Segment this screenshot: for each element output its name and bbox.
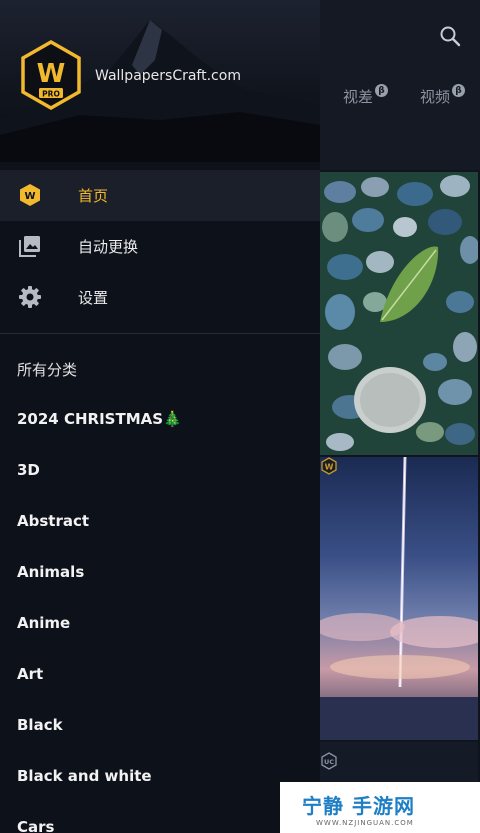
category-item[interactable]: 3D [17, 461, 40, 479]
watermark-subtitle: WWW.NZJINGUAN.COM [316, 819, 414, 827]
wallpaper-thumbnail-anime-sky[interactable]: W [320, 457, 478, 740]
site-watermark: 宁静 手游网 WWW.NZJINGUAN.COM [280, 782, 480, 833]
beta-badge: β [452, 84, 466, 97]
tab-parallax-label: 视差 [343, 88, 374, 106]
svg-text:PRO: PRO [42, 90, 60, 99]
svg-text:W: W [24, 191, 35, 202]
nav-item-settings[interactable]: 设置 [0, 272, 320, 323]
category-item[interactable]: Cars [17, 818, 54, 833]
pebbles-image [320, 172, 478, 455]
category-item[interactable]: Art [17, 665, 43, 683]
app-name: WallpapersCraft.com [95, 68, 241, 84]
anime-sky-image [320, 457, 478, 740]
svg-text:W: W [325, 463, 334, 472]
wallpapers-craft-icon: W [18, 183, 42, 207]
search-button[interactable] [436, 22, 464, 50]
svg-text:UC: UC [324, 758, 334, 766]
nav-settings-label: 设置 [78, 289, 109, 307]
search-icon [440, 26, 461, 47]
watermark-title: 宁静 手游网 [302, 794, 415, 818]
nav-auto-change-label: 自动更换 [78, 238, 139, 256]
category-item[interactable]: Anime [17, 614, 70, 632]
wallpapers-craft-badge-icon: W [321, 457, 337, 475]
category-item[interactable]: Abstract [17, 512, 89, 530]
nav-item-auto-change[interactable]: 自动更换 [0, 221, 320, 272]
category-item[interactable]: Black [17, 716, 63, 734]
category-item[interactable]: 2024 CHRISTMAS🎄 [17, 410, 182, 428]
wallpaper-thumbnail-pebbles[interactable] [320, 172, 478, 455]
gear-icon [18, 285, 42, 309]
uc-badge-icon: UC [321, 752, 337, 770]
navigation-drawer: W PRO WallpapersCraft.com W 首页 自动更换 设置 所… [0, 0, 320, 833]
category-item[interactable]: Black and white [17, 767, 152, 785]
divider [0, 333, 320, 334]
categories-header[interactable]: 所有分类 [17, 359, 77, 380]
svg-text:W: W [37, 59, 66, 89]
nav-home-label: 首页 [78, 187, 109, 205]
nav-item-home[interactable]: W 首页 [0, 170, 320, 221]
category-item[interactable]: Animals [17, 563, 84, 581]
drawer-header: W PRO WallpapersCraft.com [0, 0, 320, 162]
wallpaperscraft-logo-icon: W PRO [21, 40, 81, 110]
tab-video[interactable]: 视频 β [420, 84, 466, 107]
image-stack-icon [18, 234, 42, 258]
tab-parallax[interactable]: 视差 β [343, 84, 389, 107]
tab-video-label: 视频 [420, 88, 451, 106]
beta-badge: β [375, 84, 389, 97]
